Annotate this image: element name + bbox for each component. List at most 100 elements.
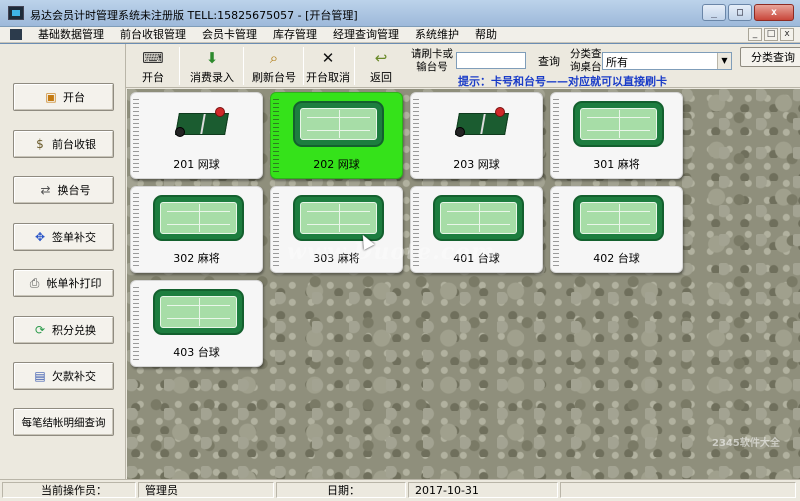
table-card-label: 202 网球 [313, 158, 360, 171]
debt-icon: ▤ [34, 369, 46, 383]
toolbar-open-button[interactable]: ⌨ 开台 [130, 46, 176, 86]
consume-icon: ⬇ [205, 49, 219, 67]
status-empty-cell [560, 482, 796, 498]
close-button[interactable]: x [754, 4, 794, 21]
menu-member-card[interactable]: 会员卡管理 [194, 28, 265, 42]
felt-table-icon [153, 195, 244, 241]
menu-basic-data[interactable]: 基础数据管理 [30, 28, 112, 42]
category-query-button[interactable]: 分类查询 [740, 47, 800, 67]
sidebar: ▣ 开台 $ 前台收银 ⇄ 换台号 ✥ 签单补交 ⎙ 帐单补打印 ⟳ 积分兑换 … [0, 44, 126, 479]
app-icon [8, 6, 24, 20]
sidebar-debt-payment-button[interactable]: ▤ 欠款补交 [13, 362, 114, 390]
minimize-button[interactable]: _ [702, 4, 726, 21]
tennis-table-icon [455, 107, 509, 143]
sidebar-reprint-bill-button[interactable]: ⎙ 帐单补打印 [13, 269, 114, 297]
sidebar-item-label: 签单补交 [52, 231, 96, 244]
cancel-icon: ✕ [321, 49, 335, 67]
date-value: 2017-10-31 [408, 482, 558, 498]
mdi-child-icon[interactable] [10, 29, 22, 40]
printer-icon: ⎙ [29, 275, 40, 290]
open-icon: ⌨ [142, 49, 164, 67]
sidebar-sign-bill-button[interactable]: ✥ 签单补交 [13, 223, 114, 251]
felt-table-icon [153, 289, 244, 335]
sidebar-item-label: 换台号 [57, 184, 91, 197]
status-bar: 当前操作员： 管理员 日期： 2017-10-31 [0, 479, 800, 501]
sidebar-points-exchange-button[interactable]: ⟳ 积分兑换 [13, 316, 114, 344]
title-bar: 易达会员计时管理系统未注册版 TELL:15825675057 - [开台管理]… [0, 0, 800, 27]
table-card-302[interactable]: 302 麻将 [130, 186, 263, 273]
table-card-label: 203 网球 [453, 158, 500, 171]
sidebar-bill-detail-query-button[interactable]: 每笔结帐明细查询 [13, 408, 114, 436]
toolbar-refresh-button[interactable]: ⌕ 刷新台号 [248, 46, 300, 86]
table-card-202[interactable]: 202 网球 [270, 92, 403, 179]
felt-table-icon [433, 195, 524, 241]
sidebar-item-label: 开台 [63, 91, 85, 104]
toolbar: ⌨ 开台 ⬇ 消费录入 ⌕ 刷新台号 ✕ 开台取消 ↩ 返回 请刷卡或输台号 查… [126, 44, 800, 88]
points-icon: ⟳ [34, 323, 46, 337]
window-title: 易达会员计时管理系统未注册版 TELL:15825675057 - [开台管理] [30, 9, 358, 22]
sidebar-checkout-button[interactable]: $ 前台收银 [13, 130, 114, 158]
menu-manager-query[interactable]: 经理查询管理 [325, 28, 407, 42]
toolbar-button-label: 开台 [142, 71, 164, 84]
operator-value: 管理员 [138, 482, 274, 498]
menu-bar: 基础数据管理 前台收银管理 会员卡管理 库存管理 经理查询管理 系统维护 帮助 … [0, 27, 800, 43]
money-bag-icon: $ [36, 137, 44, 151]
sidebar-item-label: 前台收银 [52, 138, 96, 151]
table-card-label: 302 麻将 [173, 252, 220, 265]
toolbar-button-label: 返回 [370, 71, 392, 84]
toolbar-button-label: 消费录入 [190, 71, 234, 84]
sign-icon: ✥ [34, 230, 46, 244]
menu-system[interactable]: 系统维护 [407, 28, 467, 42]
date-label: 日期： [276, 482, 406, 498]
back-icon: ↩ [374, 49, 388, 67]
table-card-301[interactable]: 301 麻将 [550, 92, 683, 179]
felt-table-icon [573, 101, 664, 147]
category-label: 分类查询桌台 [570, 48, 602, 73]
swipe-label: 请刷卡或输台号 [411, 48, 453, 73]
menu-front-desk[interactable]: 前台收银管理 [112, 28, 194, 42]
corner-logo: 2345软件大全 [712, 438, 780, 449]
table-card-label: 201 网球 [173, 158, 220, 171]
table-card-label: 402 台球 [593, 252, 640, 265]
mdi-close-button[interactable]: x [780, 28, 794, 41]
toolbar-button-label: 开台取消 [306, 71, 350, 84]
table-card-403[interactable]: 403 台球 [130, 280, 263, 367]
table-card-203[interactable]: 203 网球 [410, 92, 543, 179]
category-select[interactable]: 所有 ▼ [602, 52, 732, 70]
toolbar-button-label: 刷新台号 [252, 71, 296, 84]
felt-table-icon [293, 101, 384, 147]
window-controls: _ □ x [702, 4, 794, 22]
maximize-button[interactable]: □ [728, 4, 752, 21]
table-card-label: 301 麻将 [593, 158, 640, 171]
sidebar-item-label: 每笔结帐明细查询 [21, 416, 106, 429]
operator-label: 当前操作员： [2, 482, 136, 498]
toolbar-consume-entry-button[interactable]: ⬇ 消费录入 [184, 46, 240, 86]
sidebar-item-label: 欠款补交 [52, 370, 96, 383]
query-button[interactable]: 查询 [530, 50, 568, 71]
table-card-201[interactable]: 201 网球 [130, 92, 263, 179]
toolbar-separator [243, 47, 244, 85]
sidebar-item-label: 积分兑换 [52, 324, 96, 337]
refresh-icon: ⌕ [269, 49, 279, 67]
felt-table-icon [573, 195, 664, 241]
swap-icon: ⇄ [40, 183, 51, 197]
menu-help[interactable]: 帮助 [467, 28, 505, 42]
sidebar-item-label: 帐单补打印 [46, 277, 102, 290]
table-card-label: 403 台球 [173, 346, 220, 359]
felt-table-icon [293, 195, 384, 241]
table-grid: 201 网球 202 网球 203 网球 301 麻将 302 麻将 303 麻… [127, 89, 800, 479]
mdi-restore-button[interactable]: □ [764, 28, 778, 41]
toolbar-cancel-open-button[interactable]: ✕ 开台取消 [306, 46, 350, 86]
menu-inventory[interactable]: 库存管理 [265, 28, 325, 42]
sidebar-change-table-button[interactable]: ⇄ 换台号 [13, 176, 114, 204]
chevron-down-icon[interactable]: ▼ [717, 53, 731, 69]
swipe-input[interactable] [456, 52, 526, 69]
sidebar-open-table-button[interactable]: ▣ 开台 [13, 83, 114, 111]
category-select-value: 所有 [606, 56, 628, 69]
table-card-402[interactable]: 402 台球 [550, 186, 683, 273]
toolbar-separator [354, 47, 355, 85]
mdi-minimize-button[interactable]: _ [748, 28, 762, 41]
hint-text: 提示：卡号和台号——对应就可以直接刷卡 [458, 75, 667, 88]
toolbar-separator [179, 47, 180, 85]
toolbar-back-button[interactable]: ↩ 返回 [360, 46, 402, 86]
